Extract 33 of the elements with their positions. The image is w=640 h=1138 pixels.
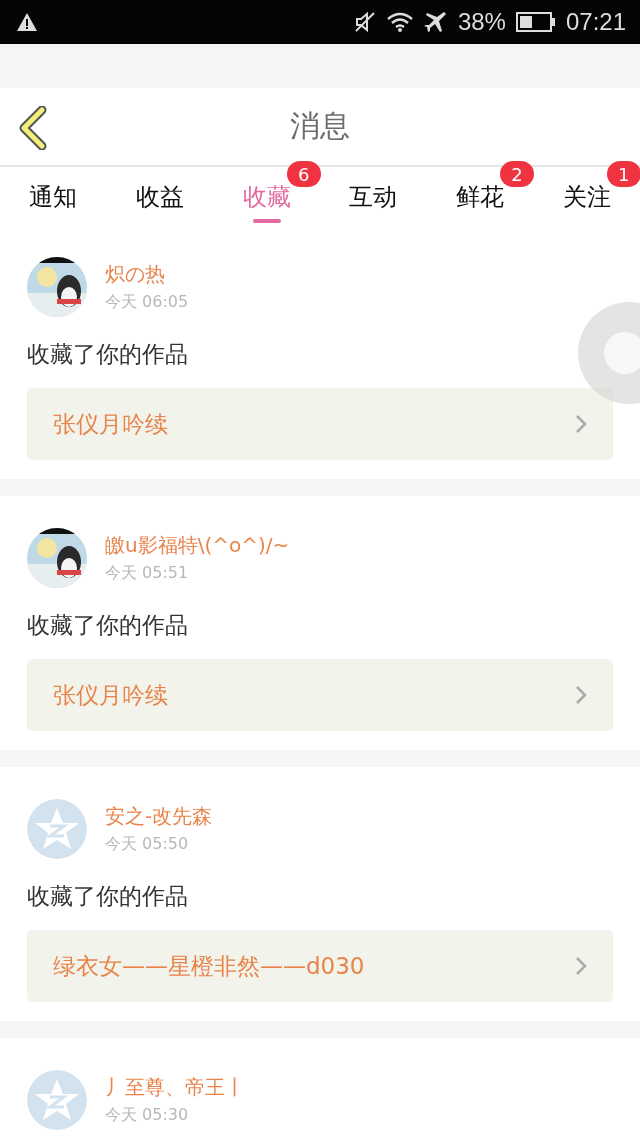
message-text: 收藏了你的作品 <box>27 340 189 369</box>
chevron-right-icon <box>575 685 587 705</box>
airplane-icon <box>423 10 448 34</box>
work-link[interactable]: 张仪月吟续 <box>27 388 613 460</box>
user-name[interactable]: 炽の热 <box>105 261 189 288</box>
page-title: 消息 <box>289 107 351 145</box>
user-name[interactable]: 皦u影福特\(^o^)/~ <box>105 532 290 559</box>
message-text: 收藏了你的作品 <box>27 882 189 911</box>
timestamp: 今天 05:51 <box>105 563 190 584</box>
warning-icon <box>16 12 38 32</box>
star-avatar-icon <box>27 799 87 859</box>
message-text: 收藏了你的作品 <box>27 611 189 640</box>
wifi-icon <box>385 11 414 33</box>
clock: 07:21 <box>565 8 626 36</box>
battery-percent: 38% <box>457 8 506 36</box>
star-avatar-icon <box>27 1070 87 1130</box>
work-link[interactable]: 绿衣女——星橙非然——d030 <box>27 930 613 1002</box>
count-badge: 2 <box>500 161 534 187</box>
work-link[interactable]: 张仪月吟续 <box>27 659 613 731</box>
count-badge: 1 <box>606 161 640 187</box>
timestamp: 今天 05:50 <box>105 834 190 855</box>
tab[interactable]: 收益 <box>136 167 184 223</box>
user-name[interactable]: 安之-改先森 <box>105 803 213 830</box>
chevron-right-icon <box>575 956 587 976</box>
tab[interactable]: 互动 <box>349 167 398 223</box>
user-name[interactable]: 丿至尊、帝王丨 <box>105 1074 245 1101</box>
tab[interactable]: 通知 <box>29 167 78 223</box>
battery-icon <box>515 12 556 32</box>
mute-icon <box>353 11 376 33</box>
timestamp: 今天 06:05 <box>105 292 189 313</box>
count-badge: 6 <box>286 161 321 187</box>
timestamp: 今天 05:30 <box>105 1105 190 1126</box>
chevron-right-icon <box>575 414 587 434</box>
